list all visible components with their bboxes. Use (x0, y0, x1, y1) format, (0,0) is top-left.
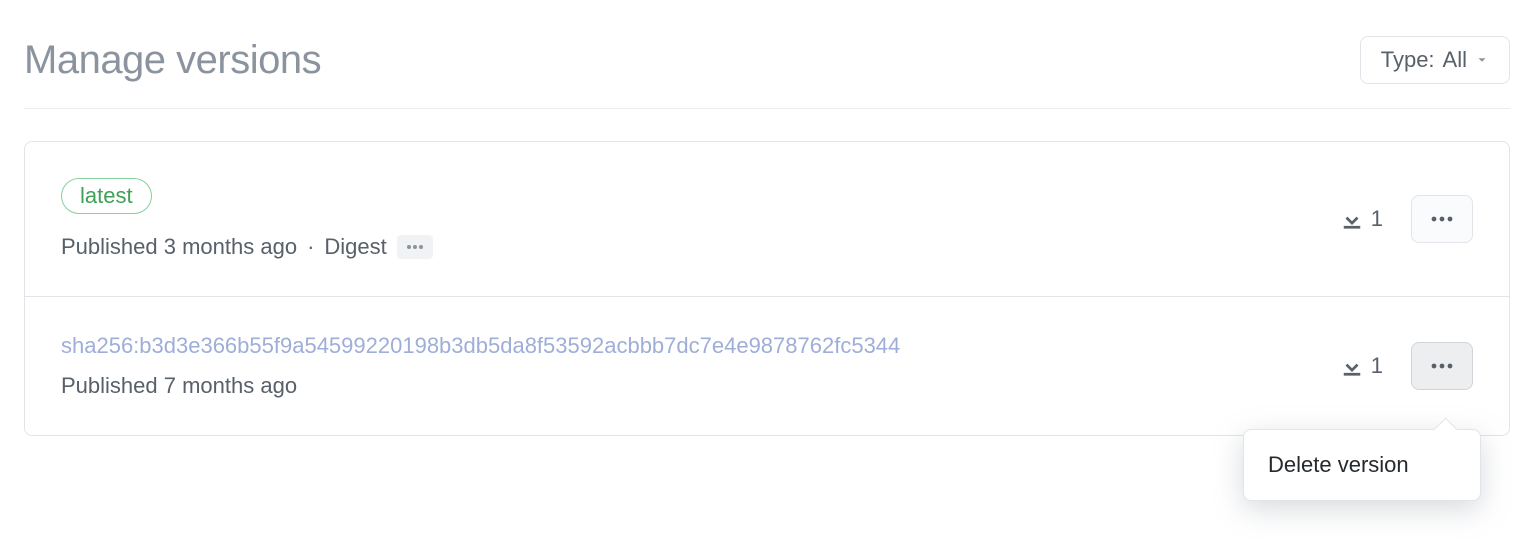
type-filter-value: All (1443, 47, 1467, 73)
download-icon (1341, 208, 1363, 230)
published-text: Published 3 months ago (61, 234, 297, 260)
version-sha-link[interactable]: sha256:b3d3e366b55f9a54599220198b3db5da8… (61, 333, 1321, 359)
delete-version-menu-item[interactable]: Delete version (1244, 444, 1480, 486)
type-filter-button[interactable]: Type: All (1360, 36, 1510, 84)
versions-list: latest Published 3 months ago · Digest 1… (24, 141, 1510, 436)
version-row: latest Published 3 months ago · Digest 1 (25, 142, 1509, 297)
download-count-value: 1 (1371, 353, 1383, 379)
meta-separator: · (307, 234, 314, 260)
version-actions: 1 (1341, 342, 1473, 390)
chevron-down-icon (1475, 53, 1489, 67)
type-filter-label: Type: (1381, 47, 1435, 73)
version-meta: Published 7 months ago (61, 373, 1321, 399)
digest-ellipsis-chip[interactable] (397, 235, 433, 259)
download-count-value: 1 (1371, 206, 1383, 232)
version-row: sha256:b3d3e366b55f9a54599220198b3db5da8… (25, 297, 1509, 435)
download-count: 1 (1341, 353, 1383, 379)
version-info: latest Published 3 months ago · Digest (61, 178, 1321, 260)
kebab-icon (1431, 363, 1453, 369)
version-meta: Published 3 months ago · Digest (61, 234, 1321, 260)
page-title: Manage versions (24, 38, 321, 83)
ellipsis-icon (406, 244, 424, 250)
published-text: Published 7 months ago (61, 373, 297, 399)
page-header: Manage versions Type: All (24, 36, 1510, 109)
kebab-icon (1431, 216, 1453, 222)
download-icon (1341, 355, 1363, 377)
version-actions-menu-button[interactable] (1411, 195, 1473, 243)
version-actions-menu-button[interactable] (1411, 342, 1473, 390)
version-info: sha256:b3d3e366b55f9a54599220198b3db5da8… (61, 333, 1321, 399)
download-count: 1 (1341, 206, 1383, 232)
version-actions-dropdown: Delete version (1243, 429, 1481, 501)
version-tag-badge[interactable]: latest (61, 178, 152, 214)
digest-label: Digest (324, 234, 386, 260)
version-actions: 1 (1341, 195, 1473, 243)
